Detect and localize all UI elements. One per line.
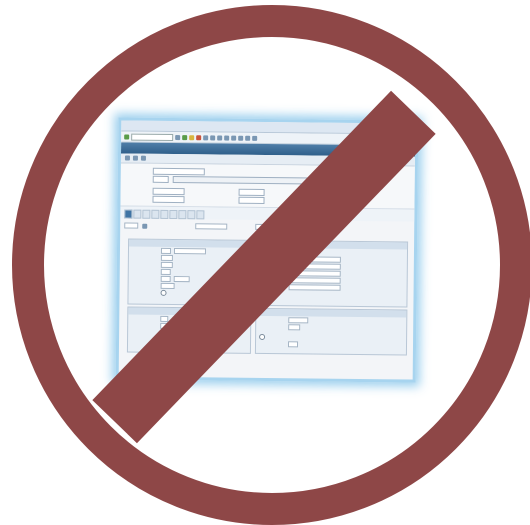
checkbox[interactable]	[161, 268, 171, 274]
tab[interactable]	[124, 210, 132, 219]
text-field[interactable]	[288, 317, 308, 323]
exit-icon[interactable]	[189, 135, 194, 140]
text-field[interactable]	[161, 261, 173, 267]
text-field[interactable]	[152, 195, 184, 202]
radio-button[interactable]	[259, 333, 265, 339]
enter-icon[interactable]	[124, 134, 129, 139]
text-field[interactable]	[124, 223, 138, 229]
find-icon[interactable]	[210, 135, 215, 140]
text-field[interactable]	[161, 254, 173, 260]
tab[interactable]	[160, 210, 168, 219]
checkbox[interactable]	[160, 315, 168, 321]
header-icon[interactable]	[141, 156, 146, 161]
previous-page-icon[interactable]	[231, 135, 236, 140]
checkbox[interactable]	[161, 275, 171, 281]
first-page-icon[interactable]	[224, 135, 229, 140]
save-icon[interactable]	[175, 135, 180, 140]
text-field[interactable]	[195, 223, 227, 229]
text-field[interactable]	[288, 324, 300, 330]
tab[interactable]	[142, 210, 150, 219]
tab[interactable]	[151, 210, 159, 219]
tab[interactable]	[178, 210, 186, 219]
other-object-icon[interactable]	[133, 156, 138, 161]
display-change-icon[interactable]	[125, 156, 130, 161]
tab[interactable]	[196, 210, 204, 219]
text-field[interactable]	[153, 175, 169, 182]
text-field[interactable]	[289, 284, 341, 291]
help-icon[interactable]	[252, 135, 257, 140]
text-field[interactable]	[174, 248, 206, 254]
text-field[interactable]	[153, 187, 185, 194]
tab[interactable]	[133, 210, 141, 219]
last-page-icon[interactable]	[245, 135, 250, 140]
bottom-right-panel	[255, 308, 407, 356]
text-field[interactable]	[174, 276, 190, 282]
command-field[interactable]	[131, 133, 173, 140]
text-field[interactable]	[153, 167, 205, 175]
checkbox[interactable]	[288, 341, 298, 347]
radio-button[interactable]	[161, 289, 167, 295]
checkbox[interactable]	[161, 247, 171, 253]
text-field[interactable]	[239, 188, 265, 195]
text-field[interactable]	[238, 196, 264, 203]
print-icon[interactable]	[203, 135, 208, 140]
back-icon[interactable]	[182, 135, 187, 140]
cancel-icon[interactable]	[196, 135, 201, 140]
tab[interactable]	[187, 210, 195, 219]
value-help-icon[interactable]	[142, 223, 147, 228]
find-next-icon[interactable]	[217, 135, 222, 140]
next-page-icon[interactable]	[238, 135, 243, 140]
text-field[interactable]	[161, 282, 175, 288]
tab[interactable]	[169, 210, 177, 219]
